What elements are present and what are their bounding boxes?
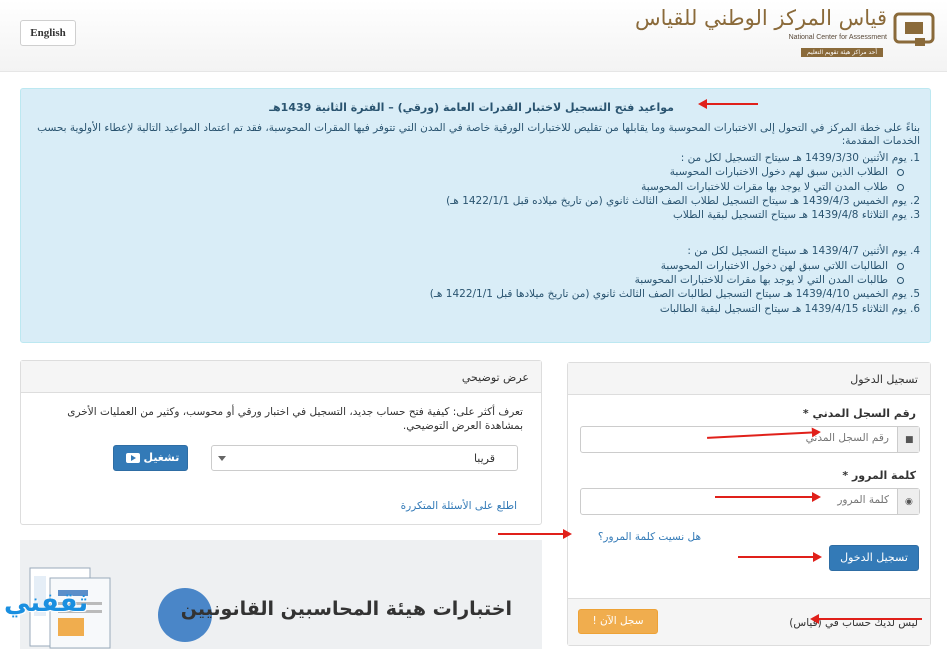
schedule-subitem: الطلاب الذين سبق لهم دخول الاختبارات الم… — [40, 165, 920, 179]
schedule-gap — [40, 222, 920, 244]
login-submit-button[interactable]: تسجيل الدخول — [829, 545, 919, 571]
play-label: تشغيل — [143, 451, 180, 464]
schedule-subitem: طلاب المدن التي لا يوجد بها مقرات للاختب… — [40, 180, 920, 194]
chevron-down-icon — [218, 456, 226, 461]
schedule-item: يوم الأثنين 1439/3/30 هـ سيتاح التسجيل ل… — [40, 151, 920, 165]
annotation-arrow — [698, 99, 758, 109]
notice-schedule-list: يوم الأثنين 1439/3/30 هـ سيتاح التسجيل ل… — [40, 151, 920, 316]
schedule-item: يوم الخميس 1439/4/3 هـ سيتاح التسجيل لطل… — [40, 194, 920, 208]
user-icon-addon: ■ — [897, 427, 919, 452]
banner-title: اختبارات هيئة المحاسبين القانونيين — [180, 598, 512, 620]
logo-title: قياس المركز الوطني للقياس — [635, 6, 887, 30]
site-watermark: ثقفني — [4, 588, 89, 618]
notice-title: مواعيد فتح التسجيل لاختبار القدرات العام… — [269, 101, 674, 114]
notice-intro: بناءً على خطة المركز في التحول إلى الاخت… — [37, 122, 920, 147]
schedule-item: يوم الأثنين 1439/4/7 هـ سيتاح التسجيل لك… — [40, 244, 920, 258]
demo-select-value: قريبا — [473, 452, 495, 465]
schedule-subitem: طالبات المدن التي لا يوجد بها مقرات للاخ… — [40, 273, 920, 287]
qiyas-logo[interactable]: قياس المركز الوطني للقياس National Cente… — [635, 4, 935, 64]
annotation-arrow — [738, 552, 822, 562]
login-panel: تسجيل الدخول رقم السجل المدني * ■ كلمة ا… — [567, 362, 931, 646]
demo-panel: عرض توضيحي تعرف أكثر على: كيفية فتح حساب… — [20, 360, 542, 525]
registration-notice: مواعيد فتح التسجيل لاختبار القدرات العام… — [20, 88, 931, 343]
national-id-input[interactable] — [599, 432, 889, 444]
annotation-arrow — [715, 492, 821, 502]
lock-icon: ◉ — [905, 497, 913, 507]
logo-subtitle: National Center for Assessment — [788, 34, 887, 41]
annotation-arrow — [498, 529, 572, 539]
signup-now-button[interactable]: سجل الآن ! — [578, 609, 658, 634]
login-panel-heading: تسجيل الدخول — [568, 363, 930, 395]
schedule-subitem: الطالبات اللاتي سبق لهن دخول الاختبارات … — [40, 259, 920, 273]
signup-footer: ليس لديك حساب في (قياس) سجل الآن ! — [568, 598, 930, 645]
demo-video-select[interactable]: قريبا — [211, 445, 518, 471]
password-field[interactable]: ◉ — [580, 488, 920, 515]
password-label: كلمة المرور * — [842, 469, 916, 482]
faq-link[interactable]: اطلع على الأسئلة المتكررة — [401, 500, 517, 512]
schedule-item: يوم الخميس 1439/4/10 هـ سيتاح التسجيل لط… — [40, 287, 920, 301]
forgot-password-link[interactable]: هل نسيت كلمة المرور؟ — [598, 531, 701, 543]
demo-panel-heading: عرض توضيحي — [21, 361, 541, 393]
user-icon: ■ — [905, 435, 914, 445]
national-id-label: رقم السجل المدني * — [802, 407, 916, 420]
play-demo-button[interactable]: تشغيل — [113, 445, 188, 471]
language-toggle-button[interactable]: English — [20, 20, 76, 46]
logo-mark-icon — [893, 12, 935, 46]
demo-description: تعرف أكثر على: كيفية فتح حساب جديد، التس… — [67, 406, 523, 432]
national-id-field[interactable]: ■ — [580, 426, 920, 453]
lock-icon-addon: ◉ — [897, 489, 919, 514]
accountants-exam-banner[interactable]: اختبارات هيئة المحاسبين القانونيين — [20, 540, 542, 649]
logo-tagline: أحد مراكز هيئة تقويم التعليم — [801, 48, 883, 57]
schedule-item: يوم الثلاثاء 1439/4/8 هـ سيتاح التسجيل ل… — [40, 208, 920, 222]
youtube-play-icon — [125, 453, 140, 463]
annotation-arrow — [810, 614, 922, 624]
schedule-item: يوم الثلاثاء 1439/4/15 هـ سيتاح التسجيل … — [40, 302, 920, 316]
site-header: English قياس المركز الوطني للقياس Nation… — [0, 0, 947, 72]
